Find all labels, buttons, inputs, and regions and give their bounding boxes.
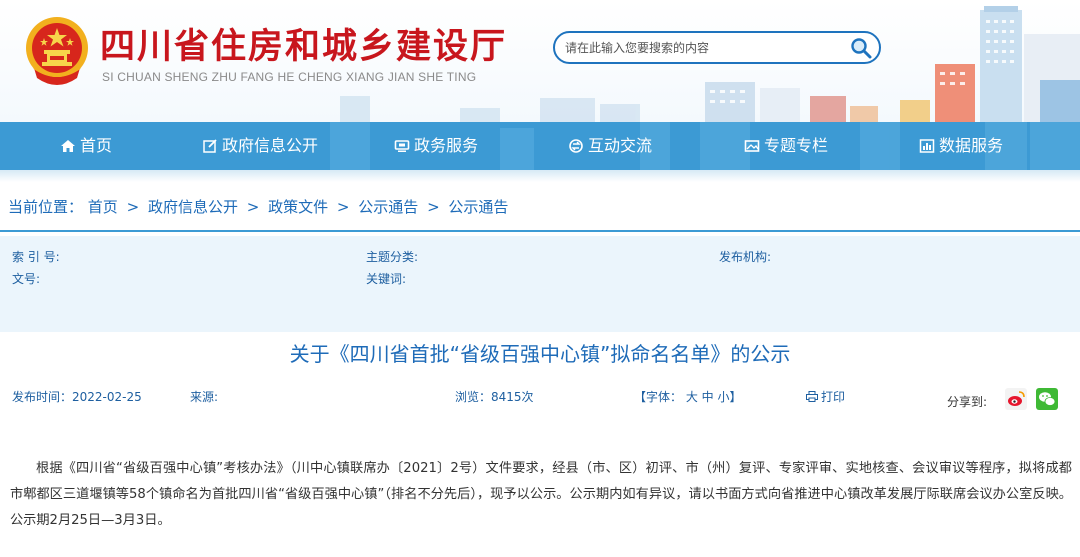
nav-label: 互动交流 bbox=[588, 136, 653, 155]
view-count: 浏览：8415次 bbox=[455, 390, 534, 404]
meta-issuer-label: 发布机构: bbox=[719, 250, 772, 264]
home-icon bbox=[61, 140, 75, 152]
nav-item-services[interactable]: 政务服务 bbox=[394, 122, 478, 170]
breadcrumb-label: 当前位置： bbox=[8, 198, 84, 216]
nav-item-interaction[interactable]: 互动交流 bbox=[568, 122, 652, 170]
share-label: 分享到: bbox=[947, 395, 988, 409]
nav-shadow-band bbox=[0, 170, 1080, 182]
breadcrumb-separator: > bbox=[246, 198, 260, 216]
nav-item-topics[interactable]: 专题专栏 bbox=[744, 122, 828, 170]
wechat-share-icon[interactable] bbox=[1036, 388, 1058, 410]
edit-icon bbox=[203, 139, 217, 153]
nav-item-home[interactable]: 首页 bbox=[60, 122, 112, 170]
nav-label: 首页 bbox=[80, 136, 113, 155]
breadcrumb-policy-docs[interactable]: 政策文件 bbox=[268, 198, 328, 216]
meta-keywords-label: 关键词: bbox=[366, 272, 407, 286]
breadcrumb-gov-info[interactable]: 政府信息公开 bbox=[148, 198, 238, 216]
search-icon[interactable] bbox=[849, 36, 873, 60]
nav-skyline-decoration bbox=[330, 122, 1080, 170]
monitor-icon bbox=[394, 140, 410, 152]
article-title: 关于《四川省首批“省级百强中心镇”拟命名名单》的公示 bbox=[289, 342, 791, 366]
publish-time: 发布时间：2022-02-25 bbox=[12, 390, 142, 404]
nav-label: 数据服务 bbox=[939, 136, 1004, 155]
breadcrumb-separator: > bbox=[126, 198, 140, 216]
chart-icon bbox=[919, 139, 935, 153]
meta-topic-label: 主题分类: bbox=[366, 250, 419, 264]
nav-item-data[interactable]: 数据服务 bbox=[919, 122, 1003, 170]
nav-label: 专题专栏 bbox=[764, 136, 829, 155]
print-button[interactable]: 打印 bbox=[806, 388, 845, 405]
breadcrumb-home[interactable]: 首页 bbox=[88, 198, 118, 216]
breadcrumb-separator: > bbox=[336, 198, 350, 216]
article-source: 来源: bbox=[190, 390, 219, 404]
nav-label: 政务服务 bbox=[414, 136, 479, 155]
image-icon bbox=[744, 140, 760, 152]
exchange-icon bbox=[569, 139, 583, 153]
breadcrumb-notices[interactable]: 公示通告 bbox=[358, 198, 418, 216]
search-input[interactable] bbox=[565, 37, 845, 59]
search-box bbox=[553, 31, 881, 64]
nav-label: 政府信息公开 bbox=[222, 136, 319, 155]
main-nav: 首页 政府信息公开 政务服务 互动交流 专题专栏 数据服务 bbox=[0, 122, 1080, 170]
breadcrumb-divider bbox=[0, 230, 1080, 232]
print-label: 打印 bbox=[821, 390, 846, 404]
breadcrumb: 当前位置： 首页 > 政府信息公开 > 政策文件 > 公示通告 > 公示通告 bbox=[8, 196, 508, 217]
document-meta-box: 索 引 号: 主题分类: 发布机构: 文号: 关键词: bbox=[0, 236, 1080, 332]
font-size-switcher[interactable]: 【字体： 大 中 小】 bbox=[634, 388, 741, 405]
site-header: 四川省住房和城乡建设厅 SI CHUAN SHENG ZHU FANG HE C… bbox=[0, 0, 1080, 122]
weibo-share-icon[interactable] bbox=[1005, 388, 1027, 410]
meta-docno-label: 文号: bbox=[12, 272, 41, 286]
article-body: 根据《四川省“省级百强中心镇”考核办法》（川中心镇联席办〔2021〕2号）文件要… bbox=[10, 461, 1072, 528]
national-emblem-logo bbox=[26, 17, 88, 85]
nav-item-gov-info[interactable]: 政府信息公开 bbox=[202, 122, 318, 170]
meta-index-label: 索 引 号: bbox=[12, 250, 60, 264]
breadcrumb-notices-current[interactable]: 公示通告 bbox=[448, 198, 508, 216]
print-icon bbox=[806, 391, 818, 402]
breadcrumb-separator: > bbox=[427, 198, 440, 216]
